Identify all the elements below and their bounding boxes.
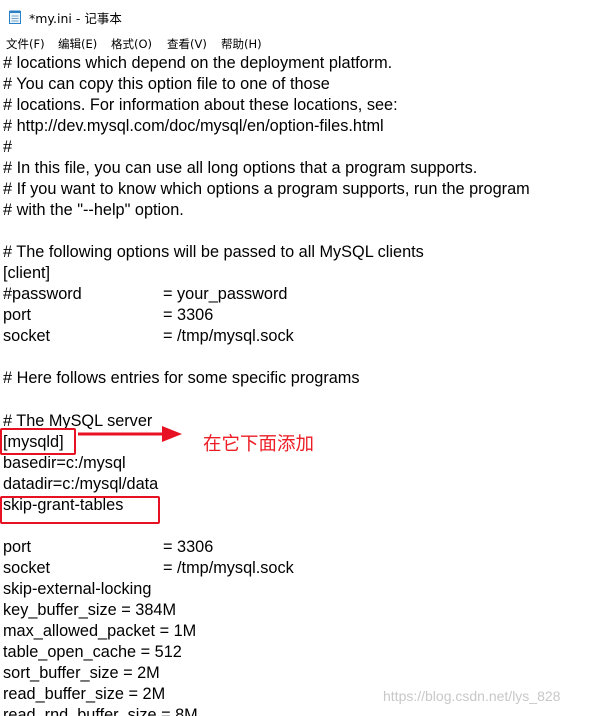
- editor-line: key_buffer_size = 384M: [3, 600, 176, 621]
- editor-line-text: # If you want to know which options a pr…: [3, 180, 530, 199]
- editor-line-text: # The following options will be passed t…: [3, 243, 424, 262]
- editor-line-text: # locations. For information about these…: [3, 96, 398, 115]
- editor-line: datadir=c:/mysql/data: [3, 474, 158, 495]
- editor-line: basedir=c:/mysql: [3, 453, 126, 474]
- editor-line-text: read_rnd_buffer_size = 8M: [3, 705, 198, 716]
- editor-line: # If you want to know which options a pr…: [3, 179, 530, 200]
- menu-help[interactable]: 帮助(H): [221, 36, 262, 52]
- editor-line: sort_buffer_size = 2M: [3, 663, 160, 684]
- editor-line: port = 3306: [3, 537, 213, 558]
- editor-line: read_buffer_size = 2M: [3, 684, 165, 705]
- editor-line-text: # In this file, you can use all long opt…: [3, 159, 478, 178]
- editor-line-text: table_open_cache = 512: [3, 642, 182, 661]
- editor-line: # locations which depend on the deployme…: [3, 53, 392, 74]
- editor-line: skip-external-locking: [3, 579, 151, 600]
- editor-line: table_open_cache = 512: [3, 642, 182, 663]
- editor-line: max_allowed_packet = 1M: [3, 621, 196, 642]
- editor-line-value: = /tmp/mysql.sock: [163, 327, 294, 346]
- menu-format[interactable]: 格式(O): [111, 36, 152, 52]
- editor-line: read_rnd_buffer_size = 8M: [3, 705, 198, 716]
- editor-line: socket = /tmp/mysql.sock: [3, 326, 294, 347]
- editor-line-text: #password: [3, 285, 82, 304]
- editor-line-text: socket: [3, 558, 51, 577]
- editor-line: # Here follows entries for some specific…: [3, 368, 360, 389]
- editor-line-text: port: [3, 537, 32, 556]
- editor-line: #password = your_password: [3, 284, 287, 305]
- arrow-annotation: [78, 426, 182, 442]
- highlight-box-skip-grant-tables: [0, 496, 160, 524]
- editor-line-text: skip-external-locking: [3, 579, 152, 598]
- text-editor-area[interactable]: # locations which depend on the deployme…: [0, 53, 590, 716]
- editor-line-value: = /tmp/mysql.sock: [163, 558, 294, 577]
- highlight-box-mysqld: [0, 428, 76, 455]
- editor-line-text: max_allowed_packet = 1M: [3, 621, 197, 640]
- editor-line-text: datadir=c:/mysql/data: [3, 474, 159, 493]
- watermark: https://blog.csdn.net/lys_828: [383, 688, 561, 704]
- window-title: *my.ini - 记事本: [29, 11, 122, 26]
- editor-line-text: sort_buffer_size = 2M: [3, 663, 160, 682]
- editor-line-text: # with the "--help" option.: [3, 201, 184, 220]
- menu-file[interactable]: 文件(F): [6, 36, 45, 52]
- menu-edit[interactable]: 编辑(E): [58, 36, 97, 52]
- editor-line-text: socket: [3, 327, 51, 346]
- editor-line-value: = your_password: [163, 285, 288, 304]
- editor-line: # The following options will be passed t…: [3, 242, 424, 263]
- title-bar: *my.ini - 记事本: [0, 0, 590, 33]
- editor-line-text: # http://dev.mysql.com/doc/mysql/en/opti…: [3, 117, 384, 136]
- menu-bar: 文件(F) 编辑(E) 格式(O) 查看(V) 帮助(H): [0, 33, 590, 53]
- editor-line-text: key_buffer_size = 384M: [3, 600, 177, 619]
- editor-line: # with the "--help" option.: [3, 200, 184, 221]
- editor-line: # In this file, you can use all long opt…: [3, 158, 477, 179]
- editor-line-text: [client]: [3, 264, 51, 283]
- editor-line-text: #: [3, 138, 13, 157]
- editor-line-text: read_buffer_size = 2M: [3, 684, 166, 703]
- editor-line: [client]: [3, 263, 50, 284]
- editor-line-text: port: [3, 306, 32, 325]
- menu-view[interactable]: 查看(V): [167, 36, 207, 52]
- annotation-text: 在它下面添加: [203, 434, 315, 455]
- editor-line-text: basedir=c:/mysql: [3, 453, 126, 472]
- editor-line: # http://dev.mysql.com/doc/mysql/en/opti…: [3, 116, 384, 137]
- editor-line: socket = /tmp/mysql.sock: [3, 558, 294, 579]
- editor-line-value: = 3306: [163, 306, 214, 325]
- editor-line: # You can copy this option file to one o…: [3, 74, 330, 95]
- editor-line: # locations. For information about these…: [3, 95, 398, 116]
- editor-line-value: = 3306: [163, 537, 214, 556]
- editor-line-text: # You can copy this option file to one o…: [3, 75, 330, 94]
- editor-line-text: # Here follows entries for some specific…: [3, 369, 360, 388]
- editor-line: port = 3306: [3, 305, 213, 326]
- editor-line-text: # locations which depend on the deployme…: [3, 54, 393, 72]
- editor-line: #: [3, 137, 12, 158]
- notepad-icon: [9, 10, 21, 24]
